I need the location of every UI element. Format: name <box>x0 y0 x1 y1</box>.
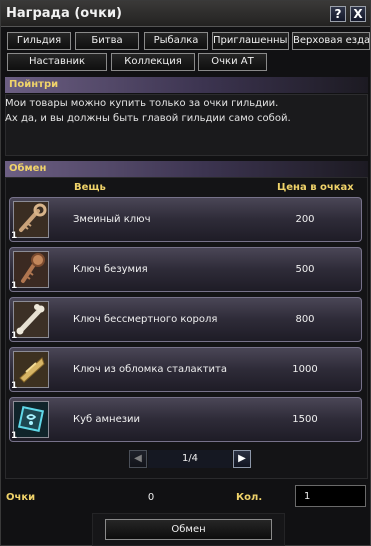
close-button[interactable]: X <box>350 6 366 22</box>
item-price: 200 <box>295 214 315 225</box>
prev-page-button[interactable]: ◀ <box>129 450 147 468</box>
item-price: 1000 <box>292 364 318 375</box>
item-price: 800 <box>295 314 315 325</box>
tab-riding[interactable]: Верховая езда <box>292 32 370 50</box>
item-row[interactable]: 1 Куб амнезии 1500 <box>9 397 362 442</box>
tab-battle[interactable]: Битва <box>75 32 139 50</box>
title-bar[interactable]: Награда (очки) ? X <box>1 1 370 27</box>
item-row[interactable]: 1 Ключ бессмертного короля 800 <box>9 297 362 342</box>
item-name: Ключ безумия <box>73 264 148 275</box>
window-title: Награда (очки) <box>6 6 122 21</box>
column-header-item: Вещь <box>74 182 106 193</box>
item-price: 1500 <box>292 414 318 425</box>
tab-invited[interactable]: Приглашенные <box>212 32 289 50</box>
exchange-button[interactable]: Обмен <box>105 519 272 540</box>
stalactite-key-icon <box>13 351 49 388</box>
item-row[interactable]: 1 Ключ безумия 500 <box>9 247 362 292</box>
tab-guild[interactable]: Гильдия <box>7 32 71 50</box>
item-quantity: 1 <box>11 431 18 441</box>
points-label: Очки <box>6 492 36 503</box>
next-page-button[interactable]: ▶ <box>233 450 251 468</box>
npc-dialog-line: Ах да, и вы должны быть главой гильдии с… <box>5 113 291 124</box>
column-header-price: Цена в очках <box>277 182 354 193</box>
item-name: Ключ из обломка сталактита <box>73 364 227 375</box>
item-name: Ключ бессмертного короля <box>73 314 218 325</box>
item-quantity: 1 <box>11 381 18 391</box>
item-row[interactable]: 1 Ключ из обломка сталактита 1000 <box>9 347 362 392</box>
item-quantity: 1 <box>11 281 18 291</box>
item-price: 500 <box>295 264 315 275</box>
help-button[interactable]: ? <box>330 6 346 22</box>
tab-mentor[interactable]: Наставник <box>7 53 107 71</box>
serpent-key-icon <box>13 201 49 238</box>
npc-name-header: Пойнтри <box>5 77 368 93</box>
item-quantity: 1 <box>11 231 18 241</box>
tab-collection[interactable]: Коллекция <box>111 53 195 71</box>
reward-points-window: Награда (очки) ? X Гильдия Битва Рыбалка… <box>0 0 371 546</box>
npc-dialog-line: Мои товары можно купить только за очки г… <box>5 98 279 109</box>
item-quantity: 1 <box>11 331 18 341</box>
quantity-input[interactable] <box>295 485 366 507</box>
exchange-header: Обмен <box>5 161 368 177</box>
quantity-label: Кол. <box>236 492 263 503</box>
page-indicator: 1/4 <box>181 453 199 464</box>
tab-fishing[interactable]: Рыбалка <box>144 32 208 50</box>
item-row[interactable]: 1 Змеиный ключ 200 <box>9 197 362 242</box>
bone-key-icon <box>13 301 49 338</box>
points-value: 0 <box>147 492 155 503</box>
item-name: Куб амнезии <box>73 414 141 425</box>
item-name: Змеиный ключ <box>73 214 151 225</box>
tab-at-points[interactable]: Очки АТ <box>198 53 267 71</box>
amnesia-cube-icon <box>13 401 49 438</box>
madness-key-icon <box>13 251 49 288</box>
